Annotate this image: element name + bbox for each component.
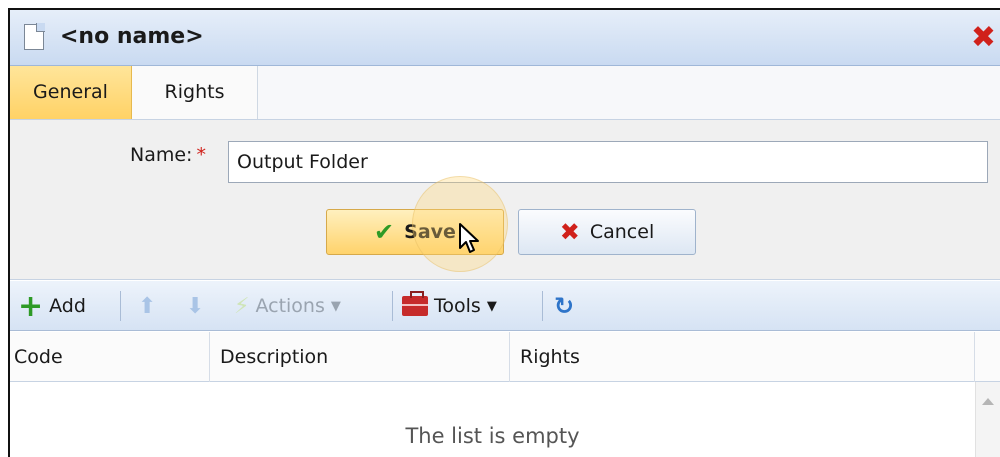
general-form: Name:* ✔ Save ✖ Cancel: [10, 120, 1000, 280]
cancel-button-label: Cancel: [589, 221, 655, 243]
name-input[interactable]: [228, 141, 988, 183]
required-marker: *: [196, 144, 206, 166]
cancel-button[interactable]: ✖ Cancel: [518, 209, 696, 255]
name-label: Name: *: [130, 144, 206, 166]
vertical-scrollbar[interactable]: [975, 382, 1000, 457]
column-header-rights[interactable]: Rights: [510, 332, 975, 382]
list-toolbar: + Add ⬆ ⬇ ⚡ Actions ▼ Tools ▼ ↻: [10, 281, 1000, 331]
tools-label: Tools: [434, 295, 481, 317]
tab-bar: General Rights: [10, 66, 1000, 120]
tab-rights[interactable]: Rights: [132, 66, 258, 119]
table-body: The list is empty: [10, 382, 1000, 457]
refresh-button[interactable]: ↻: [554, 281, 574, 331]
toolbox-icon: [402, 291, 428, 316]
plus-icon: +: [18, 288, 44, 324]
document-icon: [24, 23, 45, 50]
name-label-text: Name:: [130, 144, 193, 166]
scroll-up-icon[interactable]: [982, 398, 994, 405]
toolbar-separator: [542, 291, 543, 321]
add-button[interactable]: + Add: [18, 281, 86, 331]
close-icon[interactable]: ✖: [971, 18, 996, 58]
dialog-window: <no name> ✖ General Rights Name:* ✔ Save…: [8, 8, 1000, 457]
tools-dropdown[interactable]: Tools ▼: [402, 281, 497, 331]
tab-general[interactable]: General: [10, 66, 132, 119]
arrow-down-icon: ⬇: [186, 293, 205, 319]
cancel-x-icon: ✖: [559, 218, 580, 246]
chevron-down-icon: ▼: [486, 298, 497, 314]
empty-list-message: The list is empty: [405, 424, 580, 448]
lightning-icon: ⚡: [234, 293, 250, 319]
arrow-up-icon: ⬆: [138, 293, 157, 319]
move-down-button[interactable]: ⬇: [186, 281, 204, 331]
chevron-down-icon: ▼: [330, 298, 341, 314]
actions-label: Actions: [255, 295, 325, 317]
toolbar-separator: [392, 291, 393, 321]
toolbar-separator: [120, 291, 121, 321]
title-bar: <no name> ✖: [10, 10, 1000, 66]
actions-dropdown[interactable]: ⚡ Actions ▼: [234, 281, 341, 331]
check-icon: ✔: [374, 218, 395, 246]
column-header-description[interactable]: Description: [210, 332, 510, 382]
save-button-label: Save: [404, 221, 456, 243]
window-title: <no name>: [60, 24, 204, 49]
add-button-label: Add: [49, 295, 86, 317]
move-up-button[interactable]: ⬆: [138, 281, 156, 331]
refresh-icon: ↻: [554, 292, 575, 320]
column-header-code[interactable]: Code: [10, 332, 210, 382]
save-button[interactable]: ✔ Save: [326, 209, 504, 255]
table-header: Code Description Rights: [10, 332, 1000, 382]
